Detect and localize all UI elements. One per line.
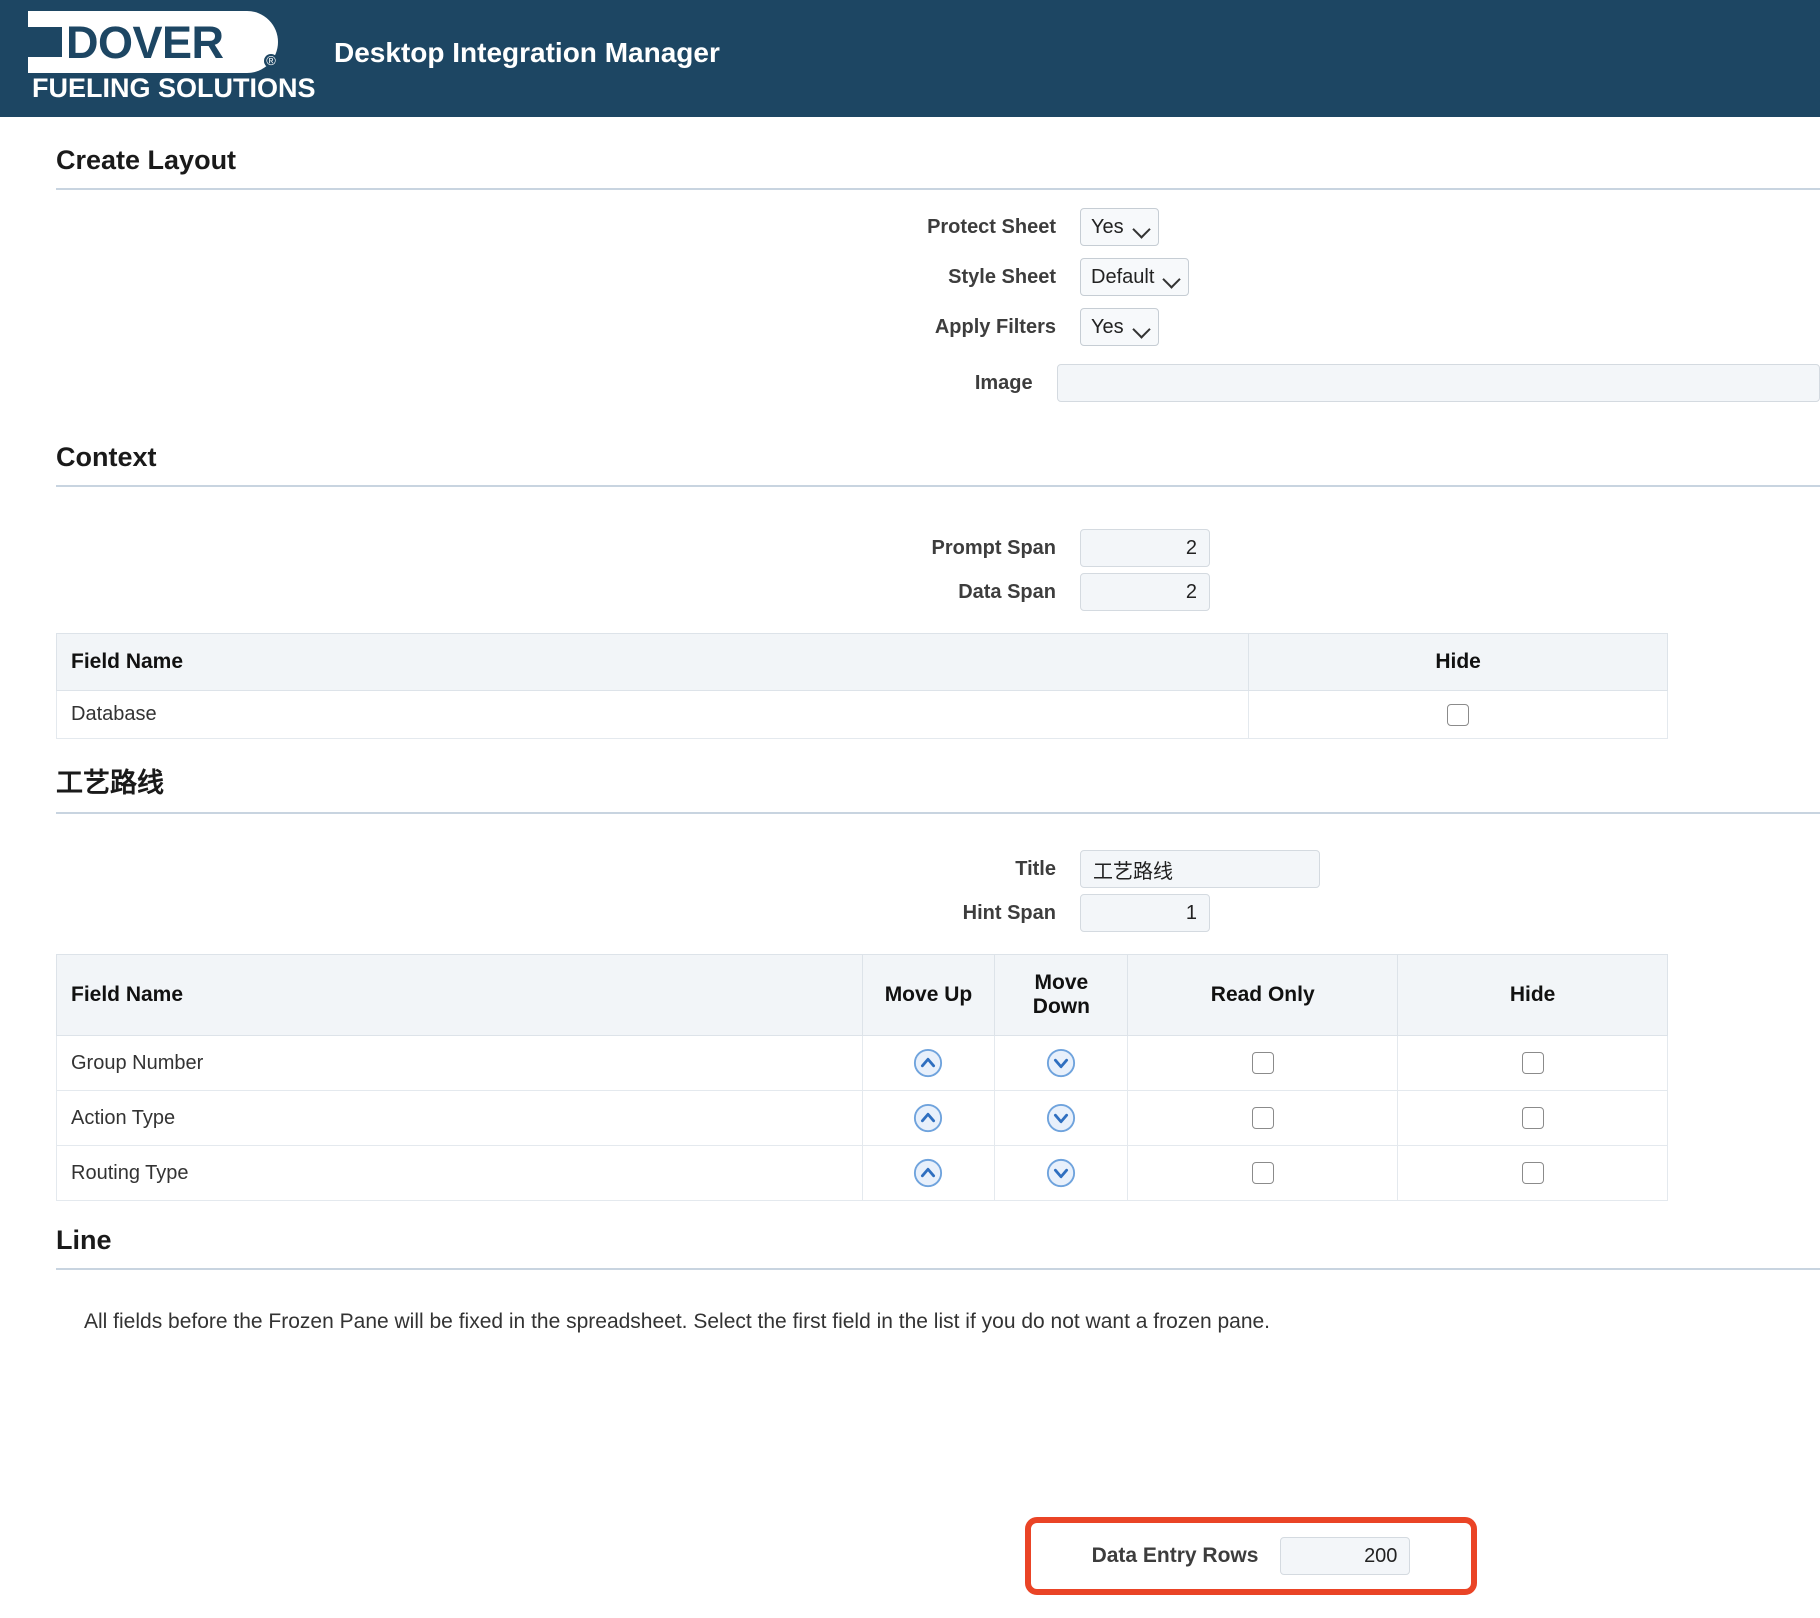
table-row: Action Type (56, 1090, 1668, 1146)
logo-wordmark: DOVER (66, 17, 224, 68)
title-input[interactable] (1080, 850, 1320, 888)
routing-heading: 工艺路线 (56, 768, 164, 798)
table-header-row: Field Name Hide (55, 633, 1668, 691)
apply-filters-label: Apply Filters (934, 315, 1056, 338)
context-form: Prompt Span Data Span (0, 487, 1820, 611)
hide-checkbox[interactable] (1521, 1052, 1544, 1075)
app-header: DOVER ® FUELING SOLUTIONS Desktop Integr… (0, 0, 1820, 117)
cell-move-down (994, 1090, 1129, 1146)
logo-registered-mark: ® (264, 54, 278, 68)
read-only-checkbox[interactable] (1251, 1162, 1274, 1185)
cell-move-down (994, 1145, 1129, 1201)
apply-filters-row: Apply Filters Yes (0, 308, 1820, 346)
column-header-field-name: Field Name (55, 633, 1250, 691)
style-sheet-label: Style Sheet (948, 265, 1056, 288)
title-label: Title (1015, 857, 1056, 880)
cell-field-name: Routing Type (56, 1145, 863, 1201)
context-heading: Context (56, 442, 157, 472)
create-layout-heading: Create Layout (56, 145, 237, 175)
move-up-button[interactable] (913, 1048, 943, 1078)
move-up-button[interactable] (913, 1103, 943, 1133)
style-sheet-row: Style Sheet Default (0, 258, 1820, 296)
data-entry-rows-label: Data Entry Rows (1091, 1544, 1259, 1567)
column-header-read-only: Read Only (1127, 954, 1399, 1036)
move-down-button[interactable] (1046, 1048, 1076, 1078)
table-row: Group Number (56, 1035, 1668, 1091)
apply-filters-select[interactable]: Yes (1080, 308, 1159, 346)
protect-sheet-select[interactable]: Yes (1080, 208, 1159, 246)
cell-move-up (861, 1145, 996, 1201)
chevron-down-icon (1164, 273, 1180, 282)
logo-tagline: FUELING SOLUTIONS (32, 73, 316, 103)
protect-sheet-value: Yes (1091, 216, 1124, 238)
column-header-field-name: Field Name (56, 954, 863, 1036)
cell-hide (1397, 1035, 1668, 1091)
cell-move-down (994, 1035, 1129, 1091)
cell-read-only (1127, 1145, 1399, 1201)
move-down-button[interactable] (1046, 1103, 1076, 1133)
cell-hide (1248, 690, 1668, 739)
column-header-move-down: Move Down (994, 954, 1129, 1036)
cell-read-only (1127, 1090, 1399, 1146)
cell-hide (1397, 1090, 1668, 1146)
prompt-span-input[interactable] (1080, 529, 1210, 567)
routing-fields-table: Field Name Move Up Move Down Read Only H… (56, 954, 1668, 1201)
cell-move-up (861, 1090, 996, 1146)
table-row: Database (55, 690, 1668, 739)
prompt-span-row: Prompt Span (0, 529, 1820, 567)
read-only-checkbox[interactable] (1251, 1107, 1274, 1130)
data-span-label: Data Span (958, 580, 1056, 603)
image-label: Image (974, 371, 1033, 394)
hide-checkbox[interactable] (1521, 1162, 1544, 1185)
read-only-checkbox[interactable] (1251, 1052, 1274, 1075)
move-up-button[interactable] (913, 1158, 943, 1188)
routing-form: Title Hint Span (0, 814, 1820, 932)
column-header-hide: Hide (1397, 954, 1668, 1036)
style-sheet-select[interactable]: Default (1080, 258, 1190, 296)
hint-span-row: Hint Span (0, 894, 1820, 932)
move-down-button[interactable] (1046, 1158, 1076, 1188)
chevron-down-icon (1134, 223, 1150, 232)
hide-checkbox[interactable] (1521, 1107, 1544, 1130)
data-entry-rows-input[interactable] (1280, 1537, 1411, 1575)
protect-sheet-label: Protect Sheet (927, 215, 1056, 238)
cell-field-name: Action Type (56, 1090, 863, 1146)
frozen-pane-hint: All fields before the Frozen Pane will b… (84, 1310, 1271, 1333)
context-fields-table: Field Name Hide Database (55, 633, 1668, 739)
hide-checkbox[interactable] (1447, 703, 1470, 726)
data-span-input[interactable] (1080, 573, 1210, 611)
column-header-move-up: Move Up (861, 954, 996, 1036)
cell-hide (1397, 1145, 1668, 1201)
column-header-hide: Hide (1248, 633, 1668, 691)
image-input[interactable] (1056, 364, 1820, 402)
logo-bar-shape (28, 27, 62, 57)
title-row: Title (0, 850, 1820, 888)
app-title: Desktop Integration Manager (334, 36, 720, 68)
table-row: Routing Type (56, 1145, 1668, 1201)
dover-logo: DOVER ® FUELING SOLUTIONS (28, 11, 316, 108)
hint-span-input[interactable] (1080, 894, 1210, 932)
cell-read-only (1127, 1035, 1399, 1091)
cell-field-name: Group Number (56, 1035, 863, 1091)
protect-sheet-row: Protect Sheet Yes (0, 208, 1820, 246)
style-sheet-value: Default (1091, 266, 1155, 288)
hint-span-label: Hint Span (962, 901, 1056, 924)
page-content: Create Layout Protect Sheet Yes Style Sh… (0, 117, 1820, 1334)
apply-filters-value: Yes (1091, 316, 1124, 338)
prompt-span-label: Prompt Span (931, 536, 1056, 559)
data-entry-rows-highlight: Data Entry Rows (1025, 1517, 1477, 1595)
line-heading: Line (56, 1225, 112, 1255)
chevron-down-icon (1134, 323, 1150, 332)
cell-field-name: Database (55, 690, 1250, 739)
cell-move-up (861, 1035, 996, 1091)
create-layout-form: Protect Sheet Yes Style Sheet Default Ap… (0, 190, 1820, 402)
image-row: Image (0, 364, 1820, 402)
data-span-row: Data Span (0, 573, 1820, 611)
table-header-row: Field Name Move Up Move Down Read Only H… (56, 954, 1668, 1036)
